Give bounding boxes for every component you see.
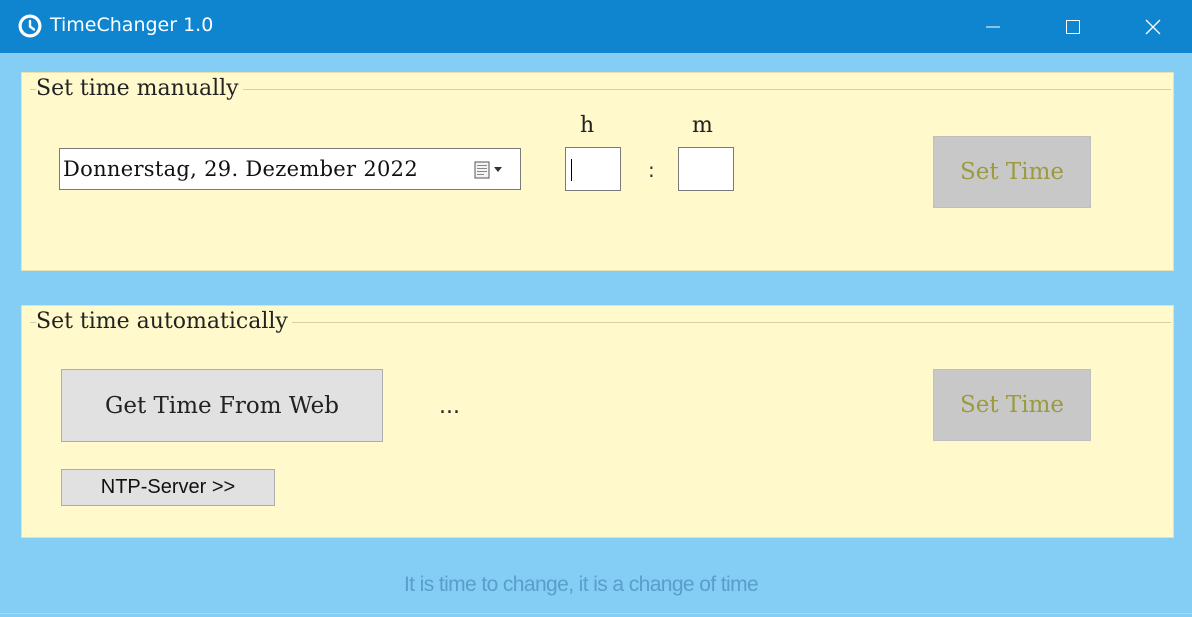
footer-tagline: It is time to change, it is a change of … bbox=[403, 573, 759, 596]
close-icon bbox=[1145, 19, 1161, 34]
minute-label: m bbox=[692, 113, 713, 138]
time-separator: : bbox=[648, 158, 655, 182]
clock-icon bbox=[18, 14, 42, 38]
hour-input[interactable] bbox=[565, 147, 621, 191]
calendar-dropdown-icon[interactable] bbox=[474, 160, 508, 180]
close-button[interactable] bbox=[1123, 0, 1183, 53]
get-time-from-web-button[interactable]: Get Time From Web bbox=[61, 369, 383, 442]
date-value: Donnerstag, 29. Dezember 2022 bbox=[63, 157, 418, 181]
minute-input[interactable] bbox=[678, 147, 734, 191]
date-picker[interactable]: Donnerstag, 29. Dezember 2022 bbox=[59, 148, 521, 190]
title-bar[interactable]: TimeChanger 1.0 bbox=[0, 0, 1192, 53]
text-caret bbox=[571, 159, 572, 181]
maximize-icon bbox=[1066, 19, 1080, 34]
manual-set-time-button[interactable]: Set Time bbox=[933, 136, 1091, 208]
web-time-status: ... bbox=[439, 394, 460, 419]
window-title: TimeChanger 1.0 bbox=[50, 14, 214, 36]
ntp-server-button[interactable]: NTP-Server >> bbox=[61, 469, 275, 506]
manual-time-group: Set time manually Donnerstag, 29. Dezemb… bbox=[21, 72, 1174, 271]
minimize-button[interactable] bbox=[963, 0, 1023, 53]
auto-group-legend: Set time automatically bbox=[36, 309, 292, 334]
manual-group-legend: Set time manually bbox=[36, 76, 243, 101]
auto-time-group: Set time automatically Get Time From Web… bbox=[21, 305, 1174, 538]
auto-set-time-button[interactable]: Set Time bbox=[933, 369, 1091, 441]
maximize-button[interactable] bbox=[1043, 0, 1103, 53]
minimize-icon bbox=[986, 26, 1000, 27]
bottom-divider bbox=[0, 613, 1192, 614]
hour-label: h bbox=[580, 113, 595, 138]
